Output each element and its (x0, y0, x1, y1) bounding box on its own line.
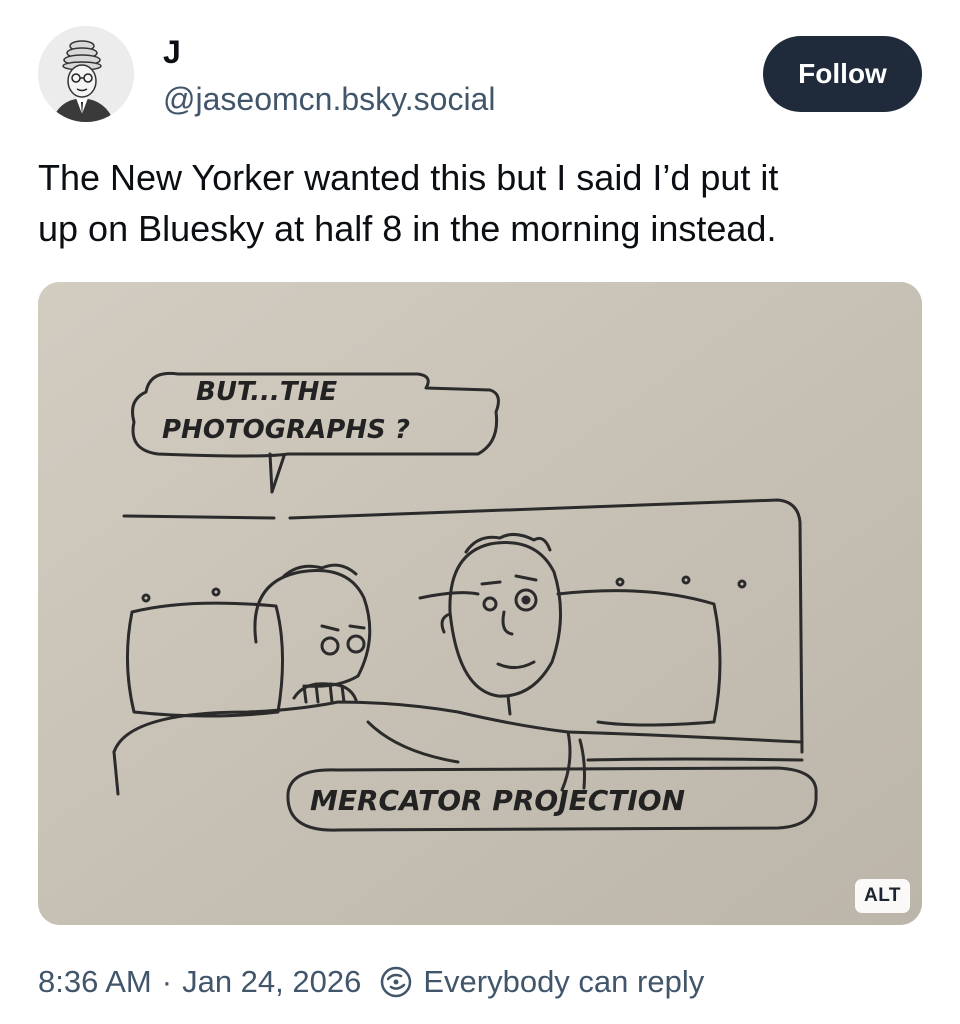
post: J @jaseomcn.bsky.social Follow The New Y… (0, 0, 960, 1024)
post-meta: 8:36 AM · Jan 24, 2026 Everybody can rep… (38, 960, 704, 1004)
speech-bubble-line2: PHOTOGRAPHS ? (162, 415, 410, 445)
cartoon-drawing: BUT...THE PHOTOGRAPHS ? MERCATOR PROJECT… (38, 282, 922, 925)
alt-text-badge[interactable]: ALT (854, 879, 910, 913)
meta-separator: · (161, 964, 173, 999)
follow-button[interactable]: Follow (763, 36, 922, 112)
speech-bubble-line1: BUT...THE (196, 377, 337, 407)
post-image[interactable]: BUT...THE PHOTOGRAPHS ? MERCATOR PROJECT… (38, 282, 922, 925)
reply-setting-text: Everybody can reply (423, 964, 705, 999)
author-avatar[interactable] (38, 26, 134, 122)
post-time[interactable]: 8:36 AM (38, 964, 152, 1000)
post-text: The New Yorker wanted this but I said I’… (38, 157, 779, 249)
avatar-illustration-icon (38, 26, 134, 122)
reply-settings-icon (379, 965, 413, 999)
post-date[interactable]: Jan 24, 2026 (182, 964, 361, 1000)
author-display-name[interactable]: J (163, 34, 181, 70)
author-handle[interactable]: @jaseomcn.bsky.social (163, 80, 495, 118)
cartoon-caption: MERCATOR PROJECTION (310, 784, 685, 817)
